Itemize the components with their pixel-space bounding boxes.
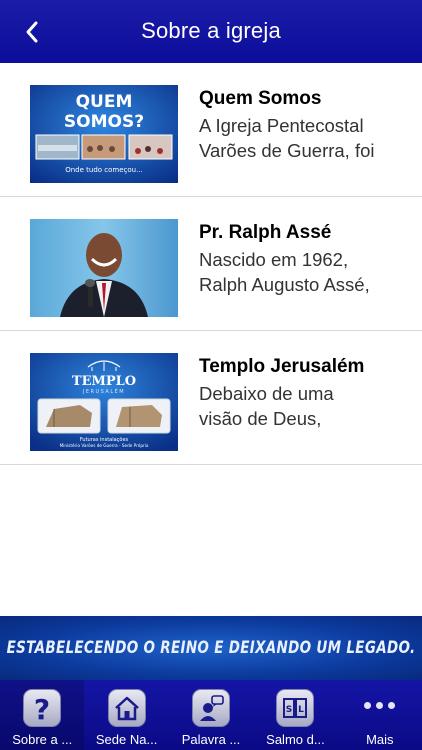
thumb-text: QUEM (76, 92, 133, 112)
item-description-line: Debaixo de uma (199, 383, 334, 404)
slogan-banner: ESTABELECENDO O REINO E DEIXANDO UM LEGA… (0, 616, 422, 680)
thumb-text: TEMPLO (72, 374, 136, 389)
tab-label: Palavra ... (181, 732, 241, 747)
tab-salmo[interactable]: S L Salmo d... (253, 680, 337, 750)
question-icon: ? (23, 689, 62, 727)
item-description-line: Ralph Augusto Assé, (199, 274, 370, 295)
speaker-icon (192, 689, 231, 727)
list-item-pastor[interactable]: Pr. Ralph Assé Nascido em 1962, Ralph Au… (0, 197, 422, 331)
tab-palavra[interactable]: Palavra ... (169, 680, 253, 750)
item-description: A Igreja Pentecostal Varões de Guerra, f… (199, 113, 414, 163)
list-item-templo[interactable]: TEMPLO JERUSALÉM Futuras instalações Min… (0, 331, 422, 465)
banner-text: ESTABELECENDO O REINO E DEIXANDO UM LEGA… (6, 638, 416, 658)
navigation-bar: Sobre a igreja (0, 0, 422, 63)
item-title: Quem Somos (199, 88, 322, 109)
thumb-caption: Ministério Varões de Guerra - Sede Própr… (60, 443, 149, 448)
tab-label: Sede Na... (95, 732, 158, 747)
item-description: Nascido em 1962, Ralph Augusto Assé, (199, 247, 414, 297)
item-description-line: A Igreja Pentecostal (199, 115, 364, 136)
item-description-line: Nascido em 1962, (199, 249, 349, 270)
tab-sobre[interactable]: ? Sobre a ... (0, 680, 85, 750)
more-dots-icon (364, 702, 396, 709)
tab-label: Salmo d... (266, 732, 325, 747)
item-description-line: Varões de Guerra, foi (199, 140, 375, 161)
item-description-line: visão de Deus, (199, 408, 322, 429)
thumbnail-templo: TEMPLO JERUSALÉM Futuras instalações Min… (30, 353, 178, 451)
book-icon: S L (276, 689, 315, 727)
tab-sede[interactable]: Sede Na... (84, 680, 168, 750)
thumbnail-pastor-photo (30, 219, 178, 317)
thumb-text: SOMOS? (64, 112, 144, 132)
thumb-caption: Onde tudo começou... (65, 166, 143, 174)
thumb-text: JERUSALÉM (82, 387, 125, 395)
home-icon (107, 689, 146, 727)
item-description: Debaixo de uma visão de Deus, (199, 381, 414, 431)
svg-text:L: L (299, 705, 305, 715)
content-list: QUEM SOMOS? Onde tudo começou... Quem So… (0, 63, 422, 465)
list-item-quem-somos[interactable]: QUEM SOMOS? Onde tudo começou... Quem So… (0, 63, 422, 197)
item-title: Pr. Ralph Assé (199, 222, 332, 243)
page-title: Sobre a igreja (141, 18, 281, 43)
svg-text:?: ? (34, 693, 50, 723)
item-title: Templo Jerusalém (199, 356, 365, 377)
svg-text:S: S (286, 705, 292, 715)
thumbnail-quem-somos: QUEM SOMOS? Onde tudo começou... (30, 85, 178, 183)
tab-mais[interactable]: Mais (338, 680, 422, 750)
tab-label: Mais (366, 732, 394, 747)
tab-label: Sobre a ... (12, 732, 73, 747)
tab-bar: ? Sobre a ... Sede Na... Palavra ... S L… (0, 680, 422, 750)
